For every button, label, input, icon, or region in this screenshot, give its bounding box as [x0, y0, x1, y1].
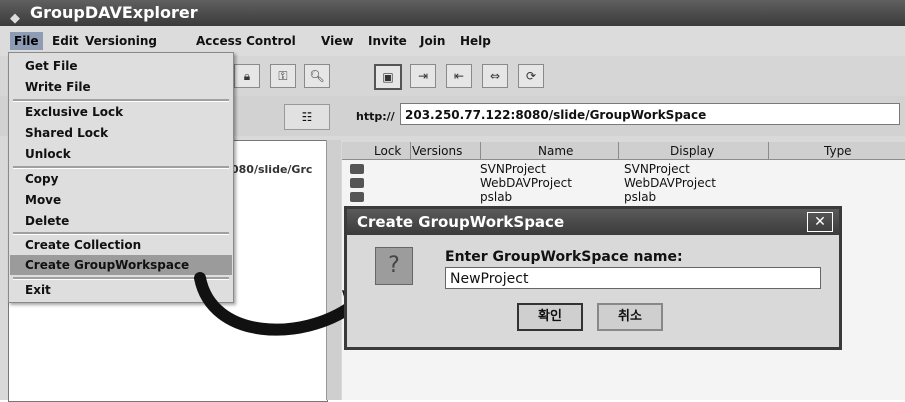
folder-icon — [350, 178, 364, 188]
menu-item-shared-lock[interactable]: Shared Lock — [25, 126, 108, 140]
checkout-icon[interactable]: ⇥ — [410, 64, 436, 88]
column-display[interactable]: Display — [670, 144, 714, 158]
column-name[interactable]: Name — [538, 144, 573, 158]
menu-item-move[interactable]: Move — [25, 193, 61, 207]
dialog-title-bar: Create GroupWorkSpace ✕ — [347, 209, 839, 235]
menu-item-delete[interactable]: Delete — [25, 214, 69, 228]
row-display: WebDAVProject — [624, 176, 716, 190]
menu-item-unlock[interactable]: Unlock — [25, 147, 71, 161]
row-display: pslab — [624, 190, 657, 204]
menu-item-write-file[interactable]: Write File — [25, 80, 91, 94]
menu-help[interactable]: Help — [460, 34, 491, 48]
dialog-title: Create GroupWorkSpace — [357, 213, 565, 231]
menu-item-exit[interactable]: Exit — [25, 283, 51, 297]
table-row[interactable]: pslab pslab — [342, 190, 905, 204]
menu-access-control[interactable]: Access Control — [196, 34, 296, 48]
view-document-icon[interactable]: 🔍︎ — [304, 64, 330, 88]
menu-join[interactable]: Join — [420, 34, 445, 48]
cancel-button[interactable]: 취소 — [597, 303, 663, 331]
menu-item-create-groupworkspace[interactable]: Create GroupWorkspace — [25, 258, 189, 272]
menu-invite[interactable]: Invite — [368, 34, 407, 48]
menu-divider — [13, 232, 229, 235]
menu-versioning[interactable]: Versioning — [85, 34, 157, 48]
window-title: GroupDAVExplorer — [30, 3, 198, 22]
tree-node-label[interactable]: 080/slide/Grc — [231, 163, 312, 176]
url-input[interactable]: 203.250.77.122:8080/slide/GroupWorkSpace — [400, 103, 900, 125]
column-versions[interactable]: Versions — [412, 144, 462, 158]
workspace-name-input[interactable]: NewProject — [445, 267, 821, 289]
refresh-icon[interactable]: ⟳ — [518, 64, 544, 88]
dialog-prompt: Enter GroupWorkSpace name: — [445, 249, 683, 265]
column-type[interactable]: Type — [824, 144, 852, 158]
menu-divider — [13, 99, 229, 102]
row-name: pslab — [480, 190, 513, 204]
menu-view[interactable]: View — [321, 34, 353, 48]
menu-item-create-collection[interactable]: Create Collection — [25, 238, 141, 252]
title-bar: ◆ GroupDAVExplorer — [0, 0, 905, 26]
table-row[interactable]: WebDAVProject WebDAVProject — [342, 176, 905, 190]
unlock-icon[interactable]: ⚿ — [270, 64, 296, 88]
menu-divider — [13, 166, 229, 169]
file-menu-dropdown: Get File Write File Exclusive Lock Share… — [8, 52, 234, 303]
properties-icon[interactable]: ▣ — [374, 64, 402, 90]
row-name: SVNProject — [480, 162, 546, 176]
close-icon[interactable]: ✕ — [807, 212, 833, 232]
table-row[interactable]: SVNProject SVNProject — [342, 162, 905, 176]
row-name: WebDAVProject — [480, 176, 572, 190]
version-icon[interactable]: ⇔ — [482, 64, 508, 88]
column-lock[interactable]: Lock — [374, 144, 401, 158]
menu-item-get-file[interactable]: Get File — [25, 59, 77, 73]
menu-edit[interactable]: Edit — [52, 34, 79, 48]
menu-file[interactable]: File — [10, 32, 43, 50]
go-to-url-icon[interactable]: ☷ — [284, 104, 330, 130]
create-groupworkspace-dialog: Create GroupWorkSpace ✕ ? Enter GroupWor… — [344, 206, 842, 350]
checkin-icon[interactable]: ⇤ — [446, 64, 472, 88]
app-window: ◆ GroupDAVExplorer File Edit Versioning … — [0, 0, 905, 402]
url-label: http:// — [356, 110, 395, 123]
ok-button[interactable]: 확인 — [517, 303, 583, 331]
question-icon: ? — [375, 247, 413, 285]
table-header: Lock Versions Name Display Type — [342, 142, 905, 160]
menu-item-copy[interactable]: Copy — [25, 172, 58, 186]
row-display: SVNProject — [624, 162, 690, 176]
folder-icon — [350, 192, 364, 202]
menu-item-exclusive-lock[interactable]: Exclusive Lock — [25, 105, 123, 119]
lock-icon[interactable]: 🔒︎ — [234, 64, 260, 88]
folder-icon — [350, 164, 364, 174]
